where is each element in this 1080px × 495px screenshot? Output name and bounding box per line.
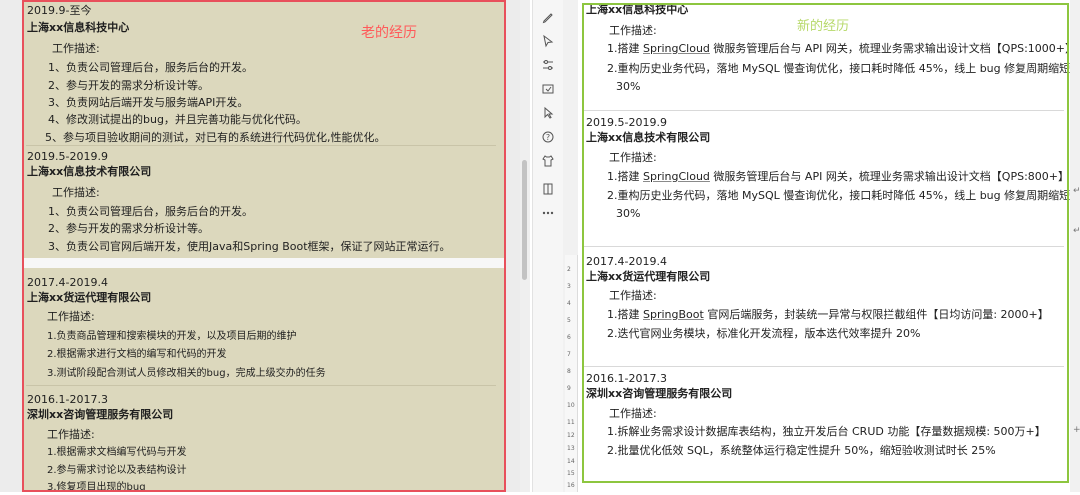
ruler-number: 2 <box>567 266 571 273</box>
screenshot-icon[interactable] <box>541 82 555 96</box>
ruler-number: 16 <box>567 482 575 489</box>
ruler-number: 4 <box>567 300 571 307</box>
ruler-number: 15 <box>567 470 575 477</box>
paragraph-marker-icon: ↵ <box>1073 186 1080 196</box>
ruler-number: 3 <box>567 283 571 290</box>
paragraph-marker-icon: ↵ <box>1073 226 1080 236</box>
pen-icon[interactable] <box>541 10 555 24</box>
svg-text:?: ? <box>546 133 550 142</box>
select-arrow-icon[interactable] <box>541 34 555 48</box>
ruler-number: 11 <box>567 419 575 426</box>
more-icon[interactable] <box>541 206 555 220</box>
shirt-icon[interactable] <box>541 154 555 168</box>
ruler-number: 7 <box>567 351 571 358</box>
ruler-number: 9 <box>567 385 571 392</box>
ruler-number: 5 <box>567 317 571 324</box>
side-toolbar <box>532 0 563 492</box>
adjust-icon[interactable] <box>541 58 555 72</box>
old-experience-highlight <box>22 0 506 492</box>
old-experience-label: 老的经历 <box>361 25 417 41</box>
help-icon[interactable]: ? <box>541 130 555 144</box>
book-icon[interactable] <box>541 182 555 196</box>
expand-icon[interactable]: + <box>1073 425 1080 435</box>
ruler-number: 8 <box>567 368 571 375</box>
left-scrollbar-thumb[interactable] <box>522 160 527 280</box>
ruler-number: 12 <box>567 432 575 439</box>
new-experience-highlight <box>582 3 1069 483</box>
pointer-icon[interactable] <box>541 106 555 120</box>
ruler-number: 13 <box>567 445 575 452</box>
ruler-number: 14 <box>567 458 575 465</box>
ruler-number: 6 <box>567 334 571 341</box>
ruler-number: 10 <box>567 402 575 409</box>
new-experience-label: 新的经历 <box>797 19 850 34</box>
